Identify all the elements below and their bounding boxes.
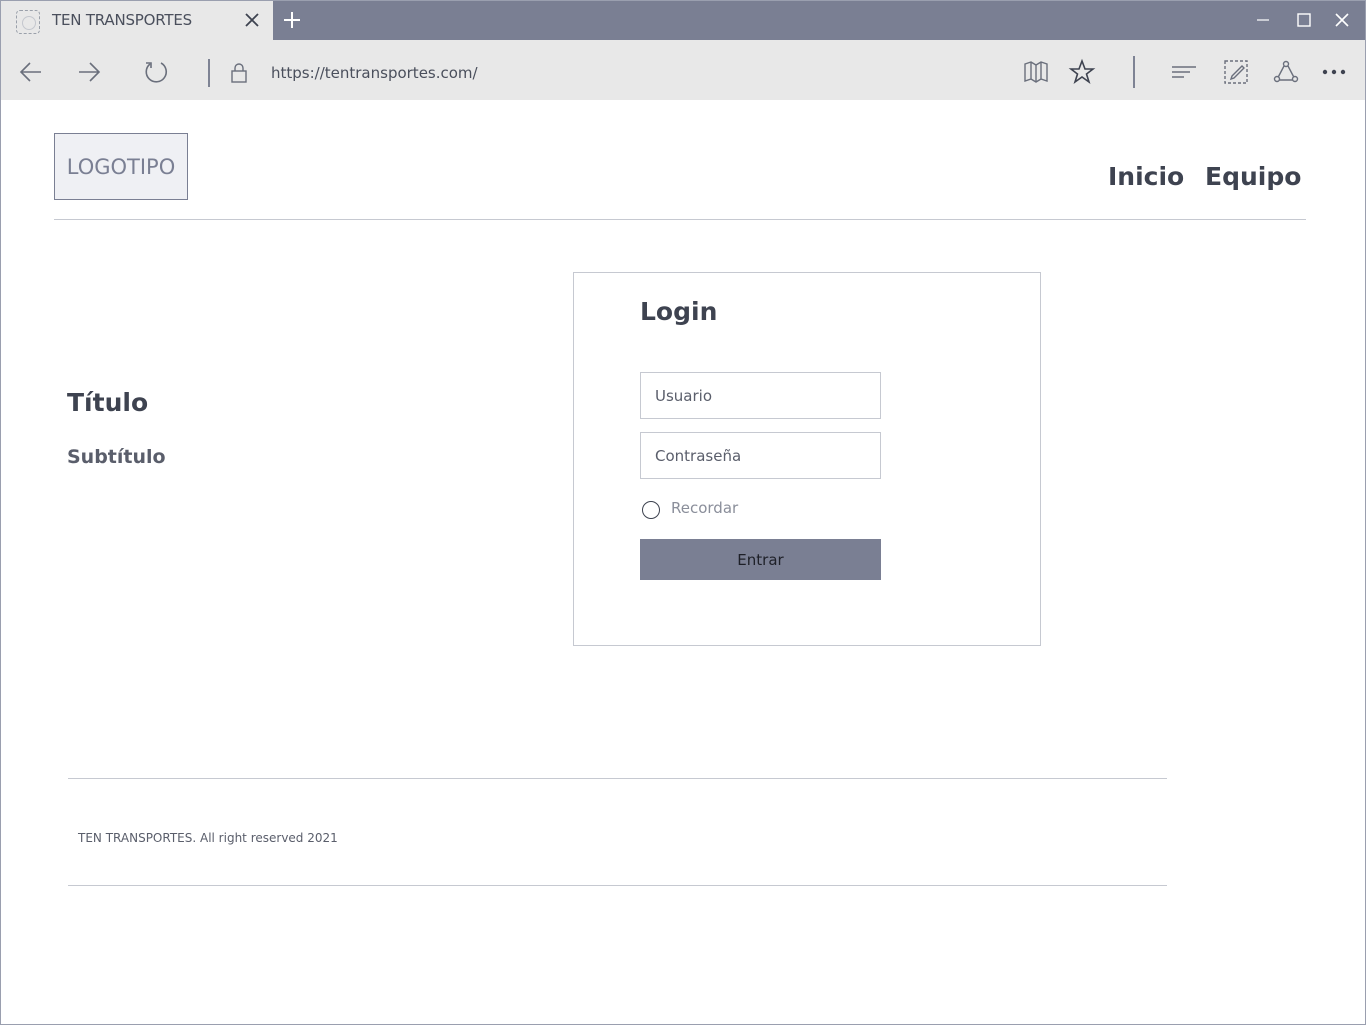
toolbar-divider [1133, 56, 1135, 88]
header-divider [54, 219, 1306, 220]
username-input[interactable] [640, 372, 881, 419]
plus-icon[interactable] [280, 8, 304, 32]
favicon-icon [16, 10, 40, 34]
footer-divider-bottom [68, 885, 1167, 886]
hero-title: Título [67, 388, 149, 417]
star-icon[interactable] [1068, 58, 1096, 86]
tab-title: TEN TRANSPORTES [52, 11, 192, 29]
lock-icon [231, 63, 247, 83]
browser-tab[interactable]: TEN TRANSPORTES [1, 1, 273, 40]
hero-subtitle: Subtítulo [67, 446, 166, 468]
toolbar-divider [208, 59, 210, 87]
hub-icon[interactable] [1170, 58, 1198, 86]
footer-copyright: TEN TRANSPORTES. All right reserved 2021 [78, 831, 338, 845]
login-card: Login Recordar Entrar [573, 272, 1041, 646]
reading-view-icon[interactable] [1022, 58, 1050, 86]
back-icon[interactable] [17, 58, 45, 86]
url-field[interactable]: https://tentransportes.com/ [271, 64, 478, 82]
refresh-icon[interactable] [142, 58, 170, 86]
address-bar: https://tentransportes.com/ [0, 40, 1366, 100]
web-note-icon[interactable] [1222, 58, 1250, 86]
close-icon[interactable] [241, 9, 263, 31]
maximize-icon[interactable] [1292, 8, 1316, 32]
share-icon[interactable] [1272, 58, 1300, 86]
login-title: Login [640, 297, 718, 326]
password-input[interactable] [640, 432, 881, 479]
remember-radio[interactable] [642, 501, 660, 519]
tab-bar: TEN TRANSPORTES [0, 0, 1366, 40]
footer-divider-top [68, 778, 1167, 779]
minimize-icon[interactable] [1251, 8, 1275, 32]
submit-button[interactable]: Entrar [640, 539, 881, 580]
logo[interactable]: LOGOTIPO [54, 133, 188, 200]
more-icon[interactable] [1320, 58, 1348, 86]
remember-label[interactable]: Recordar [671, 499, 738, 517]
nav-link-inicio[interactable]: Inicio [1108, 162, 1184, 191]
close-icon[interactable] [1330, 8, 1354, 32]
forward-icon[interactable] [75, 58, 103, 86]
nav-link-equipo[interactable]: Equipo [1205, 162, 1301, 191]
